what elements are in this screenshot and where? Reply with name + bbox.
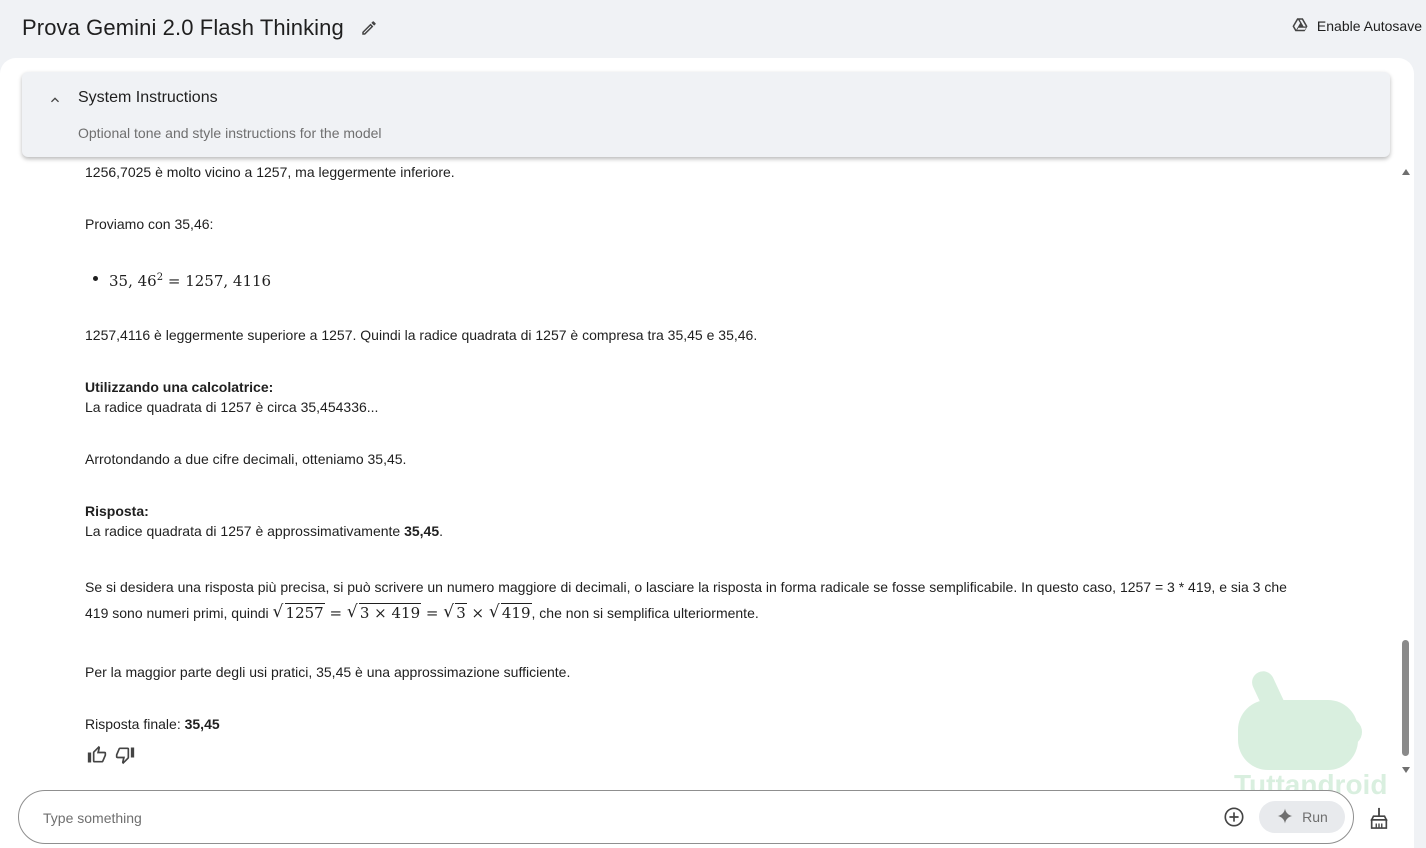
pencil-icon[interactable] bbox=[360, 19, 378, 37]
model-response: 1256,7025 è molto vicino a 1257, ma legg… bbox=[85, 157, 1345, 777]
response-line: Per la maggior parte degli usi pratici, … bbox=[85, 664, 571, 680]
answer-line: La radice quadrata di 1257 è approssimat… bbox=[85, 523, 444, 539]
watermark-logo: Tuttandroid bbox=[1228, 660, 1408, 800]
add-circle-icon[interactable] bbox=[1223, 806, 1245, 828]
response-line: La radice quadrata di 1257 è circa 35,45… bbox=[85, 399, 379, 415]
broom-icon[interactable] bbox=[1368, 806, 1390, 830]
answer-heading: Risposta: bbox=[85, 503, 149, 519]
sparkle-icon bbox=[1276, 807, 1294, 828]
response-line: 1256,7025 è molto vicino a 1257, ma legg… bbox=[85, 164, 455, 180]
math-line: 419 sono numeri primi, quindi √ 1257 = √ 3… bbox=[85, 602, 759, 622]
system-instructions-panel[interactable]: System Instructions Optional tone and st… bbox=[22, 72, 1390, 157]
final-answer-line: Risposta finale: 35,45 bbox=[85, 716, 220, 732]
scrollbar-thumb[interactable] bbox=[1402, 640, 1409, 756]
sqrt-expression: √ 419 bbox=[488, 602, 532, 622]
thumbs-up-icon[interactable] bbox=[87, 745, 107, 765]
prompt-input-container: Run bbox=[18, 790, 1354, 844]
calc-heading: Utilizzando una calcolatrice: bbox=[85, 379, 274, 395]
enable-autosave-button[interactable]: Enable Autosave bbox=[1291, 14, 1422, 38]
scroll-up-arrow-icon[interactable] bbox=[1401, 164, 1411, 175]
thumbs-down-icon[interactable] bbox=[115, 745, 135, 765]
prompt-input[interactable] bbox=[43, 806, 1203, 830]
drive-icon bbox=[1291, 16, 1309, 37]
run-button[interactable]: Run bbox=[1259, 801, 1345, 833]
math-bullet: 35, 462 = 1257, 4116 bbox=[109, 272, 272, 290]
page-title: Prova Gemini 2.0 Flash Thinking bbox=[22, 15, 344, 40]
sqrt-expression: √ 3 bbox=[443, 602, 467, 622]
response-line: Proviamo con 35,46: bbox=[85, 216, 214, 232]
scroll-down-arrow-icon[interactable] bbox=[1401, 762, 1411, 773]
autosave-label: Enable Autosave bbox=[1316, 18, 1422, 34]
sqrt-expression: √ 1257 bbox=[272, 602, 325, 622]
response-line: Se si desidera una risposta più precisa,… bbox=[85, 579, 1287, 595]
bullet-dot bbox=[93, 276, 98, 281]
sqrt-expression: √ 3 × 419 bbox=[346, 602, 422, 622]
run-label: Run bbox=[1302, 809, 1328, 825]
response-line: 1257,4116 è leggermente superiore a 1257… bbox=[85, 327, 758, 343]
system-instructions-placeholder[interactable]: Optional tone and style instructions for… bbox=[78, 125, 382, 141]
system-instructions-label: System Instructions bbox=[78, 89, 218, 106]
response-line: Arrotondando a due cifre decimali, otten… bbox=[85, 451, 407, 467]
chevron-up-icon[interactable] bbox=[47, 92, 63, 108]
top-bar: Prova Gemini 2.0 Flash Thinking bbox=[0, 0, 1426, 56]
